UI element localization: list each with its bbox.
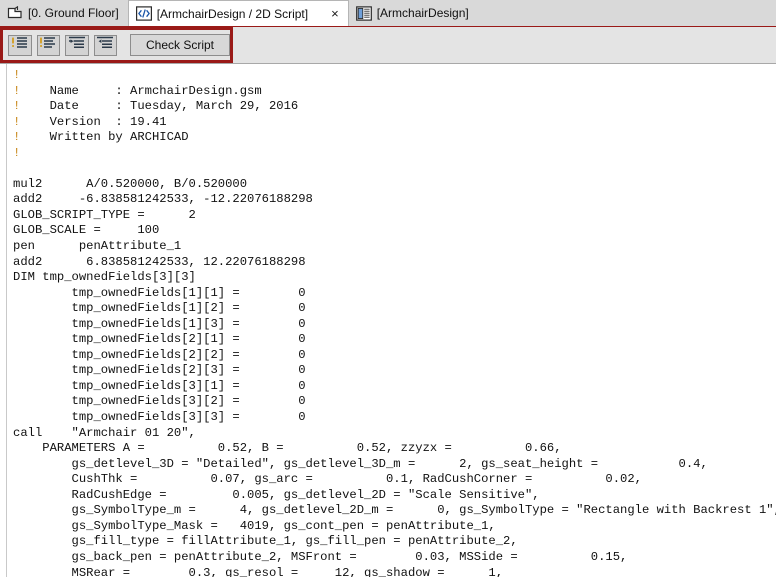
- uncomment-lines-icon: [39, 36, 57, 55]
- tab-armchair-design-label: [ArmchairDesign]: [376, 6, 469, 20]
- tab-ground-floor-label: [0. Ground Floor]: [28, 6, 119, 20]
- script-code-text[interactable]: !! Name : ArmchairDesign.gsm! Date : Tue…: [7, 64, 776, 577]
- code-line: pen penAttribute_1: [13, 239, 182, 254]
- code-line: MSRear = 0.3, gs_resol = 12, gs_shadow =…: [13, 565, 504, 577]
- code-line: DIM tmp_ownedFields[3][3]: [13, 270, 196, 285]
- comment-marker: !: [13, 145, 21, 160]
- uncomment-lines-button[interactable]: [36, 34, 60, 56]
- indent-left-icon: [96, 36, 114, 55]
- code-line: tmp_ownedFields[2][3] = 0: [13, 363, 306, 378]
- object-editor-icon: [355, 5, 372, 21]
- comment-text: Written by ARCHICAD: [20, 130, 189, 145]
- script-toolbar: Check Script: [0, 27, 776, 64]
- code-line: gs_SymbolType_m = 4, gs_detlevel_2D_m = …: [13, 503, 776, 518]
- script-editor-pane[interactable]: !! Name : ArmchairDesign.gsm! Date : Tue…: [0, 64, 776, 577]
- code-line: PARAMETERS A = 0.52, B = 0.52, zzyzx = 0…: [13, 441, 562, 456]
- code-line: GLOB_SCRIPT_TYPE = 2: [13, 207, 196, 222]
- code-line: add2 6.838581242533, 12.22076188298: [13, 254, 306, 269]
- toolbar-highlight-box: Check Script: [0, 27, 233, 63]
- indent-right-icon: [68, 36, 86, 55]
- code-line: mul2 A/0.520000, B/0.520000: [13, 176, 248, 191]
- code-line: gs_SymbolType_Mask = 4019, gs_cont_pen =…: [13, 518, 496, 533]
- tab-armchair-design[interactable]: [ArmchairDesign]: [348, 0, 478, 26]
- code-line: tmp_ownedFields[3][2] = 0: [13, 394, 306, 409]
- code-line: !: [13, 146, 776, 162]
- floor-plan-icon: [7, 5, 23, 21]
- tab-bar-filler: [477, 0, 776, 26]
- indent-left-button[interactable]: [93, 34, 117, 56]
- code-line: tmp_ownedFields[1][2] = 0: [13, 301, 306, 316]
- tab-2d-script-label: [ArmchairDesign / 2D Script]: [156, 6, 309, 21]
- comment-text: Version : 19.41: [20, 114, 167, 129]
- editor-gutter: [0, 64, 7, 577]
- tab-2d-script[interactable]: [ArmchairDesign / 2D Script] ×: [127, 0, 349, 26]
- code-line: tmp_ownedFields[1][3] = 0: [13, 316, 306, 331]
- code-line: call "Armchair 01 20",: [13, 425, 196, 440]
- code-line: gs_fill_type = fillAttribute_1, gs_fill_…: [13, 534, 518, 549]
- comment-lines-button[interactable]: [8, 34, 32, 56]
- code-brackets-icon: [135, 6, 152, 21]
- code-line: CushThk = 0.07, gs_arc = 0.1, RadCushCor…: [13, 472, 642, 487]
- code-line: tmp_ownedFields[3][1] = 0: [13, 378, 306, 393]
- code-line: tmp_ownedFields[3][3] = 0: [13, 410, 306, 425]
- tab-close-icon[interactable]: ×: [331, 7, 339, 20]
- comment-text: Date : Tuesday, March 29, 2016: [20, 99, 299, 114]
- code-line: ! Written by ARCHICAD: [13, 130, 776, 146]
- code-line: tmp_ownedFields[2][2] = 0: [13, 347, 306, 362]
- code-line: ! Name : ArmchairDesign.gsm: [13, 84, 776, 100]
- code-line: ! Date : Tuesday, March 29, 2016: [13, 99, 776, 115]
- tab-bar: [0. Ground Floor] [ArmchairDesign / 2D S…: [0, 0, 776, 27]
- code-line: RadCushEdge = 0.005, gs_detlevel_2D = "S…: [13, 487, 540, 502]
- indent-right-button[interactable]: [65, 34, 89, 56]
- code-line: !: [13, 68, 776, 84]
- code-line: gs_back_pen = penAttribute_2, MSFront = …: [13, 549, 628, 564]
- check-script-button[interactable]: Check Script: [130, 34, 230, 56]
- code-line: GLOB_SCALE = 100: [13, 223, 160, 238]
- tab-ground-floor[interactable]: [0. Ground Floor]: [0, 0, 128, 26]
- code-line: gs_detlevel_3D = "Detailed", gs_detlevel…: [13, 456, 708, 471]
- code-line: tmp_ownedFields[1][1] = 0: [13, 285, 306, 300]
- code-line: tmp_ownedFields[2][1] = 0: [13, 332, 306, 347]
- comment-marker: !: [13, 68, 21, 82]
- script-editor-window: [0. Ground Floor] [ArmchairDesign / 2D S…: [0, 0, 776, 577]
- comment-lines-icon: [11, 36, 29, 55]
- code-line: ! Version : 19.41: [13, 115, 776, 131]
- comment-text: Name : ArmchairDesign.gsm: [20, 83, 262, 98]
- code-line: add2 -6.838581242533, -12.22076188298: [13, 192, 313, 207]
